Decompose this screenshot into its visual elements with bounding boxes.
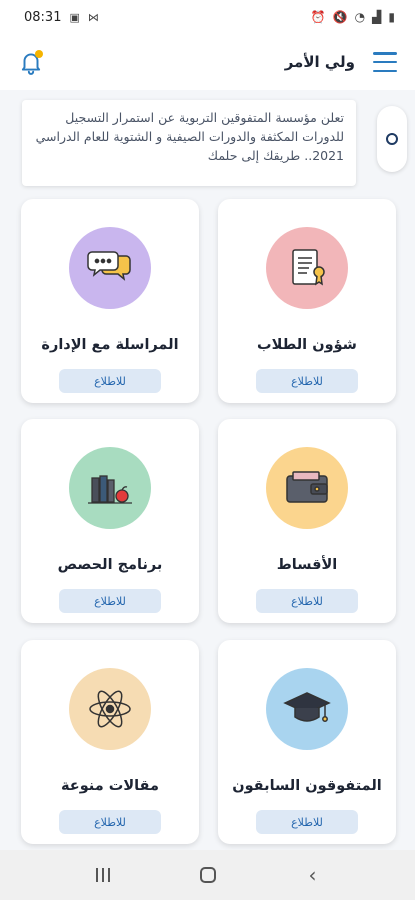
recents-icon bbox=[83, 868, 123, 882]
recents-button[interactable] bbox=[83, 868, 123, 882]
menu-button[interactable] bbox=[373, 52, 397, 72]
status-bar: 08:31 ▣ ⋈ ⏰ 🔇 ◔ ▟ ▮ bbox=[0, 0, 415, 34]
view-button[interactable]: للاطلاع bbox=[256, 589, 358, 613]
mute-icon: 🔇 bbox=[332, 10, 348, 24]
home-icon bbox=[199, 867, 216, 883]
alarm-icon: ⏰ bbox=[310, 10, 326, 24]
card-title: الأقساط bbox=[276, 557, 338, 573]
system-nav-bar: ‹ bbox=[0, 850, 415, 900]
card-title: شؤون الطلاب bbox=[257, 337, 357, 353]
view-button[interactable]: للاطلاع bbox=[59, 369, 161, 393]
app-bar: ولي الأمر bbox=[0, 34, 415, 90]
card-title: مقالات منوعة bbox=[61, 778, 159, 794]
card-title: برنامج الحصص bbox=[57, 557, 163, 573]
news-text: تعلن مؤسسة المتفوقين التربوية عن استمرار… bbox=[22, 100, 356, 186]
graduation-cap-icon bbox=[266, 668, 348, 750]
card-articles[interactable]: مقالات منوعة للاطلاع bbox=[21, 640, 199, 844]
notification-badge bbox=[35, 50, 43, 58]
page-title: ولي الأمر bbox=[284, 53, 355, 71]
card-title: المتفوقون السابقون bbox=[232, 778, 382, 794]
home-button[interactable] bbox=[188, 867, 228, 883]
notifications-button[interactable] bbox=[18, 49, 44, 75]
view-button[interactable]: للاطلاع bbox=[59, 810, 161, 834]
news-ticker: تعلن مؤسسة المتفوقين التربوية عن استمرار… bbox=[0, 100, 415, 188]
view-button[interactable]: للاطلاع bbox=[256, 369, 358, 393]
battery-icon: ▮ bbox=[388, 10, 395, 24]
ticker-toggle-button[interactable] bbox=[377, 106, 407, 172]
view-button[interactable]: للاطلاع bbox=[59, 589, 161, 613]
image-icon: ▣ bbox=[69, 10, 80, 24]
chat-bubbles-icon bbox=[69, 227, 151, 309]
nfc-icon: ⋈ bbox=[87, 10, 99, 24]
card-title: المراسلة مع الإدارة bbox=[41, 337, 179, 353]
certificate-icon bbox=[266, 227, 348, 309]
wallet-icon bbox=[266, 447, 348, 529]
card-installments[interactable]: الأقساط للاطلاع bbox=[218, 419, 396, 623]
card-messaging[interactable]: المراسلة مع الإدارة للاطلاع bbox=[21, 199, 199, 403]
card-former-top-students[interactable]: المتفوقون السابقون للاطلاع bbox=[218, 640, 396, 844]
status-time: 08:31 bbox=[24, 9, 62, 25]
back-icon: ‹ bbox=[308, 863, 317, 887]
card-student-affairs[interactable]: شؤون الطلاب للاطلاع bbox=[218, 199, 396, 403]
atom-icon bbox=[69, 668, 151, 750]
signal-icon: ▟ bbox=[372, 10, 382, 24]
books-apple-icon bbox=[69, 447, 151, 529]
card-schedule[interactable]: برنامج الحصص للاطلاع bbox=[21, 419, 199, 623]
hamburger-icon bbox=[373, 52, 397, 55]
wifi-icon: ◔ bbox=[354, 10, 366, 24]
view-button[interactable]: للاطلاع bbox=[256, 810, 358, 834]
circle-icon bbox=[386, 133, 398, 145]
back-button[interactable]: ‹ bbox=[293, 863, 333, 887]
